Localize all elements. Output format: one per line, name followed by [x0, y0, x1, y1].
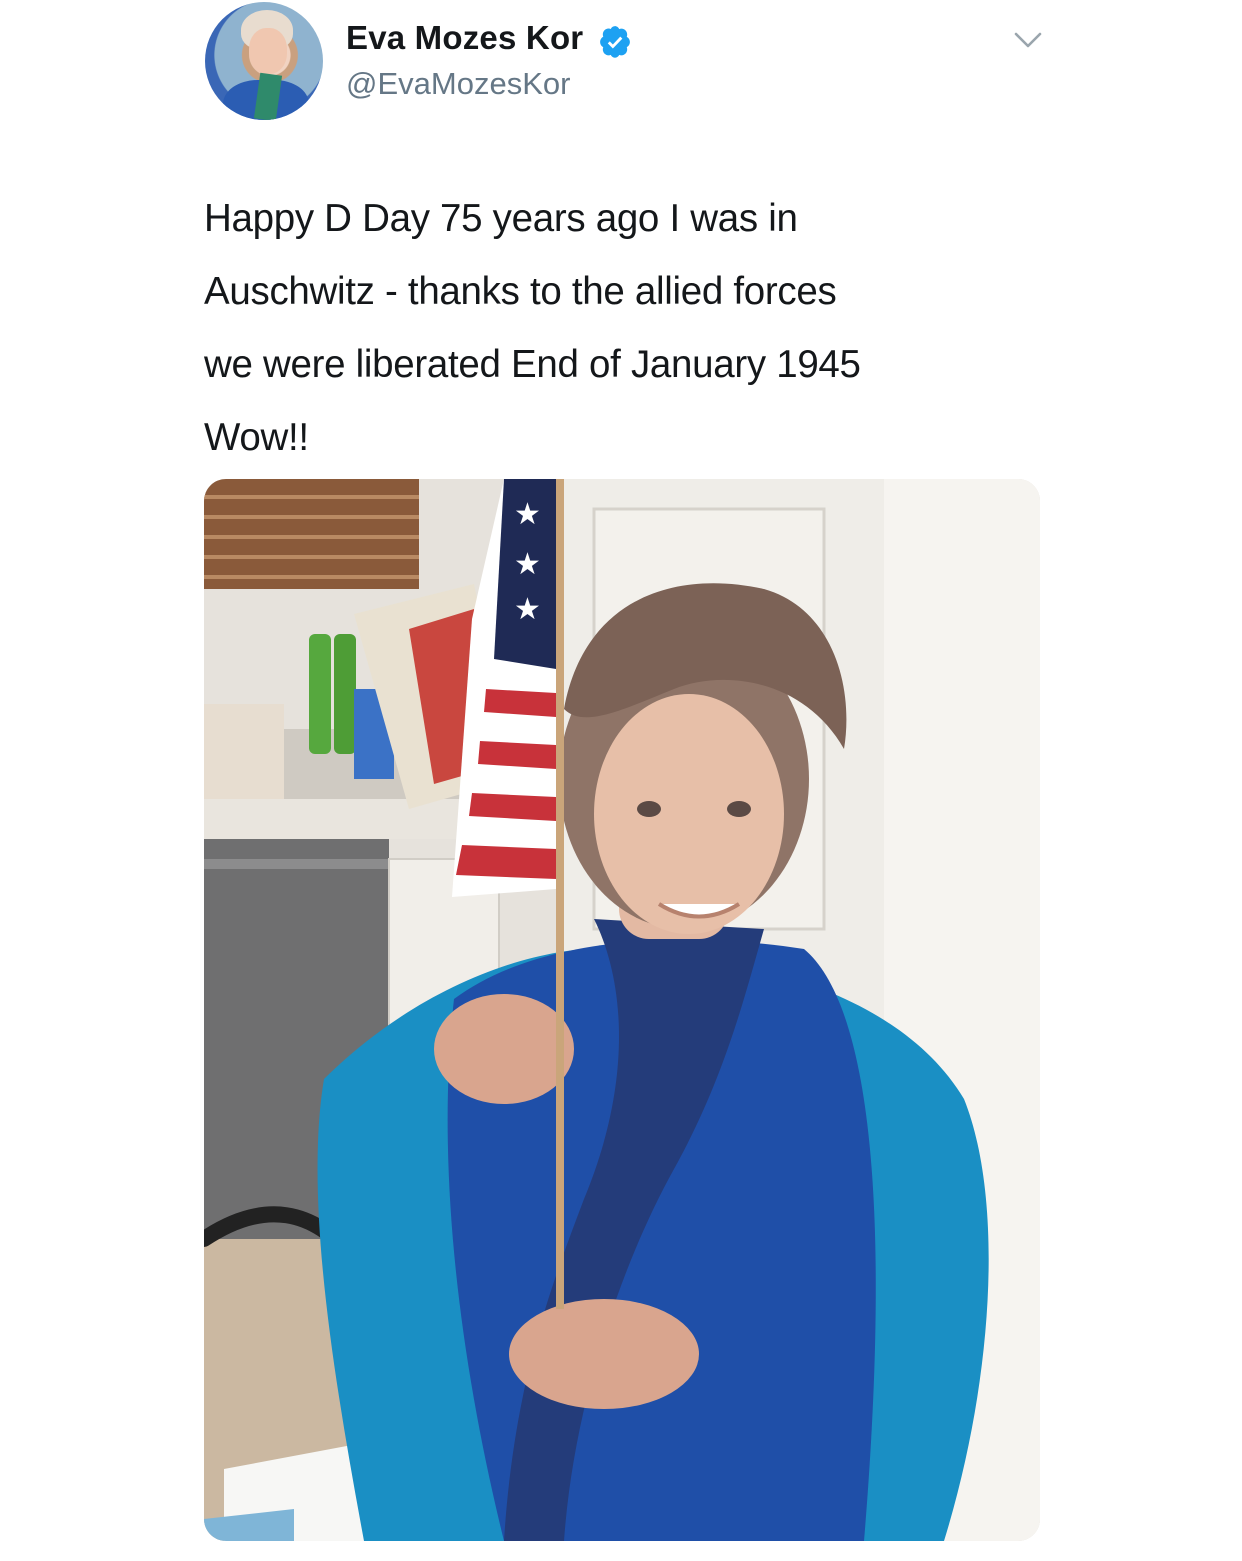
avatar-face	[249, 28, 287, 74]
svg-text:★: ★	[514, 547, 541, 582]
tweet-text: Happy D Day 75 years ago I was in Auschw…	[204, 182, 1084, 474]
tweet-text-line: we were liberated End of January 1945	[204, 343, 861, 386]
svg-text:★: ★	[514, 497, 541, 532]
svg-text:★: ★	[514, 592, 541, 627]
tweet-text-line: Auschwitz - thanks to the allied forces	[204, 270, 837, 313]
tweet-text-line: Wow!!	[204, 416, 309, 459]
chevron-down-icon[interactable]	[1013, 30, 1043, 52]
tweet: Eva Mozes Kor @EvaMozesKor Happy D Day 7…	[0, 0, 1242, 1561]
display-name[interactable]: Eva Mozes Kor	[346, 19, 583, 57]
photo-illustration: ★ ★ ★	[204, 479, 1040, 1541]
tweet-photo[interactable]: ★ ★ ★	[204, 479, 1040, 1541]
avatar[interactable]	[205, 2, 323, 120]
tweet-text-line: Happy D Day 75 years ago I was in	[204, 197, 798, 240]
verified-badge-icon	[600, 26, 630, 58]
handle[interactable]: @EvaMozesKor	[346, 66, 570, 102]
